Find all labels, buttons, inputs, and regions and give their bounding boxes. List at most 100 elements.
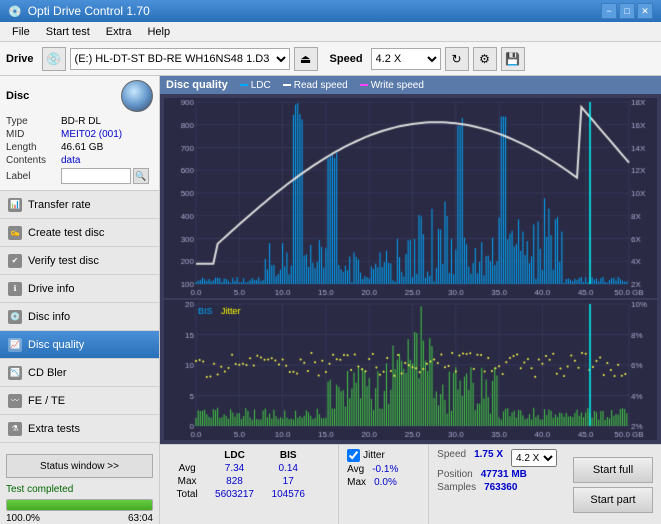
max-label: Max <box>168 475 206 488</box>
progress-time: 63:04 <box>128 513 153 524</box>
stats-bar: LDC BIS Avg 7.34 0.14 Max 828 17 <box>160 444 661 524</box>
transfer-rate-icon: 📊 <box>8 198 22 212</box>
content: Disc quality LDC Read speed Write speed <box>160 76 661 524</box>
chart-area <box>160 94 661 444</box>
start-part-button[interactable]: Start part <box>573 487 653 513</box>
nav-fe-te[interactable]: 〰 FE / TE <box>0 387 159 415</box>
disc-type-label: Type <box>6 116 61 127</box>
nav-transfer-rate-label: Transfer rate <box>28 199 91 211</box>
max-bis: 17 <box>263 475 314 488</box>
nav-transfer-rate[interactable]: 📊 Transfer rate <box>0 191 159 219</box>
app-icon: 💿 <box>8 5 22 18</box>
disc-label-row: Label 🔍 <box>6 168 153 184</box>
cd-bler-icon: 📉 <box>8 366 22 380</box>
jitter-label: Jitter <box>363 450 385 461</box>
ldc-header: LDC <box>206 449 263 462</box>
save-button[interactable]: 💾 <box>501 47 525 71</box>
disc-label-label: Label <box>6 171 61 182</box>
progress-bar-container <box>6 499 153 511</box>
disc-mid-value: MEIT02 (001) <box>61 129 122 140</box>
nav-items: 📊 Transfer rate ✍ Create test disc ✔ Ver… <box>0 191 159 443</box>
toolbar: Drive 💿 (E:) HL-DT-ST BD-RE WH16NS48 1.D… <box>0 42 661 76</box>
disc-panel: Disc Type BD-R DL MID MEIT02 (001) Lengt… <box>0 76 159 191</box>
speed-row: Speed 1.75 X 4.2 X <box>437 449 557 467</box>
nav-drive-info-label: Drive info <box>28 283 74 295</box>
close-button[interactable]: ✕ <box>637 3 653 19</box>
jitter-max-label: Max <box>347 477 366 488</box>
jitter-avg-row: Avg -0.1% <box>347 464 420 475</box>
disc-header: Disc <box>6 80 153 112</box>
legend-ldc: LDC <box>240 80 271 91</box>
write-speed-legend-label: Write speed <box>371 80 424 91</box>
refresh-button[interactable]: ↻ <box>445 47 469 71</box>
samples-label: Samples <box>437 482 476 493</box>
disc-quality-icon: 📈 <box>8 338 22 352</box>
disc-type-value: BD-R DL <box>61 116 101 127</box>
position-row: Position 47731 MB <box>437 469 557 480</box>
disc-contents-row: Contents data <box>6 155 153 166</box>
progress-percent: 100.0% <box>6 513 40 524</box>
avg-ldc: 7.34 <box>206 462 263 475</box>
status-text: Test completed <box>0 482 159 497</box>
verify-test-disc-icon: ✔ <box>8 254 22 268</box>
settings-button[interactable]: ⚙ <box>473 47 497 71</box>
sidebar: Disc Type BD-R DL MID MEIT02 (001) Lengt… <box>0 76 160 524</box>
menubar: File Start test Extra Help <box>0 22 661 42</box>
nav-verify-test-disc-label: Verify test disc <box>28 255 99 267</box>
disc-mid-row: MID MEIT02 (001) <box>6 129 153 140</box>
nav-extra-tests[interactable]: ⚗ Extra tests <box>0 415 159 443</box>
minimize-button[interactable]: − <box>601 3 617 19</box>
speed-position-section: Speed 1.75 X 4.2 X Position 47731 MB Sam… <box>428 445 565 524</box>
bottom-chart <box>164 300 657 440</box>
fe-te-icon: 〰 <box>8 394 22 408</box>
nav-cd-bler[interactable]: 📉 CD Bler <box>0 359 159 387</box>
nav-create-test-disc-label: Create test disc <box>28 227 104 239</box>
titlebar-controls: − □ ✕ <box>601 3 653 19</box>
create-test-disc-icon: ✍ <box>8 226 22 240</box>
status-window-button[interactable]: Status window >> <box>6 454 153 478</box>
nav-disc-info[interactable]: 💿 Disc info <box>0 303 159 331</box>
disc-graphic <box>121 80 153 112</box>
read-speed-legend-dot <box>283 84 291 86</box>
nav-verify-test-disc[interactable]: ✔ Verify test disc <box>0 247 159 275</box>
menu-help[interactable]: Help <box>139 24 178 40</box>
nav-drive-info[interactable]: ℹ Drive info <box>0 275 159 303</box>
drive-label: Drive <box>6 53 34 65</box>
chart-title-bar: Disc quality LDC Read speed Write speed <box>160 76 661 94</box>
nav-disc-quality-label: Disc quality <box>28 339 84 351</box>
titlebar-left: 💿 Opti Drive Control 1.70 <box>8 4 150 18</box>
maximize-button[interactable]: □ <box>619 3 635 19</box>
jitter-checkbox[interactable] <box>347 449 360 462</box>
disc-info-icon: 💿 <box>8 310 22 324</box>
nav-create-test-disc[interactable]: ✍ Create test disc <box>0 219 159 247</box>
disc-length-row: Length 46.61 GB <box>6 142 153 153</box>
jitter-section: Jitter Avg -0.1% Max 0.0% <box>338 445 428 524</box>
eject-button[interactable]: ⏏ <box>294 47 318 71</box>
app-title: Opti Drive Control 1.70 <box>28 4 150 18</box>
speed-row-select[interactable]: 4.2 X <box>511 449 557 467</box>
total-label: Total <box>168 488 206 501</box>
max-ldc: 828 <box>206 475 263 488</box>
disc-label-browse-button[interactable]: 🔍 <box>133 168 149 184</box>
speed-select[interactable]: 4.2 X <box>371 48 441 70</box>
top-chart-canvas <box>164 98 657 298</box>
nav-disc-quality[interactable]: 📈 Disc quality <box>0 331 159 359</box>
jitter-max-value: 0.0% <box>374 477 397 488</box>
menu-extra[interactable]: Extra <box>98 24 140 40</box>
jitter-max-row: Max 0.0% <box>347 477 420 488</box>
menu-start-test[interactable]: Start test <box>38 24 98 40</box>
start-full-button[interactable]: Start full <box>573 457 653 483</box>
menu-file[interactable]: File <box>4 24 38 40</box>
nav-cd-bler-label: CD Bler <box>28 367 67 379</box>
position-value: 47731 MB <box>481 469 527 480</box>
nav-fe-te-label: FE / TE <box>28 395 65 407</box>
drive-select[interactable]: (E:) HL-DT-ST BD-RE WH16NS48 1.D3 <box>70 48 290 70</box>
drive-icon-btn[interactable]: 💿 <box>42 47 66 71</box>
extra-tests-icon: ⚗ <box>8 422 22 436</box>
total-bis: 104576 <box>263 488 314 501</box>
stats-table: LDC BIS Avg 7.34 0.14 Max 828 17 <box>160 445 338 524</box>
read-speed-legend-label: Read speed <box>294 80 348 91</box>
speed-row-label: Speed <box>437 449 466 467</box>
disc-label-input[interactable] <box>61 168 131 184</box>
samples-row: Samples 763360 <box>437 482 557 493</box>
